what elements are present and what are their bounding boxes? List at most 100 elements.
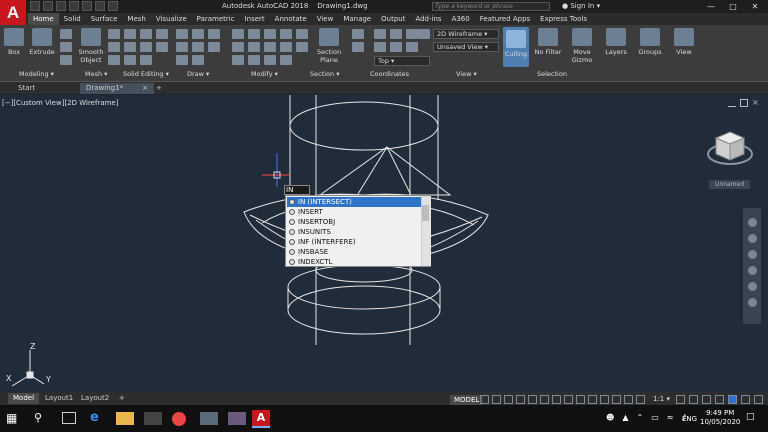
view-button[interactable]: View <box>670 28 698 56</box>
ucs-x-icon[interactable] <box>406 29 418 39</box>
workspace-icon[interactable] <box>676 395 685 404</box>
array-icon[interactable] <box>264 55 276 65</box>
scale-icon[interactable] <box>248 55 260 65</box>
maximize-icon[interactable]: □ <box>722 0 744 13</box>
annotation-scale[interactable]: 1:1 ▾ <box>653 395 670 403</box>
nav-extra-icon[interactable] <box>748 298 757 307</box>
section-plane-button[interactable]: Section Plane <box>313 28 345 64</box>
network-icon[interactable]: ▲ <box>622 413 628 422</box>
arc-icon[interactable] <box>192 42 204 52</box>
polyline-icon[interactable] <box>176 42 188 52</box>
line-icon[interactable] <box>176 29 188 39</box>
section-tool-2-icon[interactable] <box>352 42 364 52</box>
open-icon[interactable] <box>43 1 53 11</box>
panel-section[interactable]: Section ▾ <box>310 70 339 78</box>
ucs-z-icon[interactable] <box>390 42 402 52</box>
ucs-origin-icon[interactable] <box>374 42 386 52</box>
store-icon[interactable] <box>144 412 162 425</box>
autocomplete-item[interactable]: INF (INTERFERE) <box>287 237 421 247</box>
orbit-icon[interactable] <box>748 266 757 275</box>
quick-properties-icon[interactable] <box>715 395 724 404</box>
object-snap-icon[interactable] <box>552 395 561 404</box>
hatch-icon[interactable] <box>208 42 220 52</box>
autocomplete-item[interactable]: INDEXCTL <box>287 257 421 267</box>
model-space-toggle[interactable]: MODEL <box>450 395 484 405</box>
isodraft-icon[interactable] <box>528 395 537 404</box>
circle-icon[interactable] <box>192 29 204 39</box>
panel-draw[interactable]: Draw ▾ <box>187 70 209 78</box>
stretch-icon[interactable] <box>232 55 244 65</box>
transparency-icon[interactable] <box>624 395 633 404</box>
gizmo-icon[interactable] <box>600 395 609 404</box>
panel-modify[interactable]: Modify ▾ <box>251 70 278 78</box>
union-icon[interactable] <box>60 29 72 39</box>
solid-edit-6-icon[interactable] <box>140 55 152 65</box>
ucs-menu-dropdown[interactable]: Unnamed <box>709 180 751 189</box>
chrome-icon[interactable] <box>172 412 186 426</box>
move-gizmo-button[interactable]: Move Gizmo <box>566 28 598 64</box>
tab-view[interactable]: View <box>312 13 339 25</box>
panel-coordinates[interactable]: Coordinates <box>370 70 409 78</box>
solid-edit-5-icon[interactable] <box>140 42 152 52</box>
layers-button[interactable]: Layers <box>602 28 630 56</box>
close-icon[interactable]: ✕ <box>744 0 766 13</box>
ucs-icon[interactable] <box>374 29 386 39</box>
windows-start-icon[interactable]: ▦ <box>6 410 24 426</box>
system-clock[interactable]: 9:49 PM 10/05/2020 <box>700 409 740 427</box>
tray-expand-icon[interactable]: ⌃ <box>637 413 644 422</box>
saved-view-dropdown[interactable]: Unsaved View ▾ <box>433 42 499 52</box>
modify-more-2-icon[interactable] <box>296 42 308 52</box>
solid-edit-8-icon[interactable] <box>156 42 168 52</box>
doc-tab-start[interactable]: Start <box>12 83 41 94</box>
autocad-logo-button[interactable]: A <box>0 0 26 25</box>
box-button[interactable]: Box <box>0 28 28 56</box>
autocomplete-item[interactable]: INSBASE <box>287 247 421 257</box>
solid-edit-7-icon[interactable] <box>156 29 168 39</box>
edge-browser-icon[interactable]: e <box>90 410 108 426</box>
autocomplete-scroll-thumb[interactable] <box>422 205 429 221</box>
solid-edit-4-icon[interactable] <box>140 29 152 39</box>
rotate-icon[interactable] <box>248 29 260 39</box>
new-tab-button[interactable]: + <box>150 83 168 94</box>
grid-icon[interactable] <box>480 395 489 404</box>
ucs-y-icon[interactable] <box>418 29 430 39</box>
snap-icon[interactable] <box>492 395 501 404</box>
layout-tab-layout2[interactable]: Layout2 <box>76 393 114 404</box>
language-indicator[interactable]: ENG <box>682 415 697 423</box>
ellipse-icon[interactable] <box>192 55 204 65</box>
minimize-icon[interactable]: — <box>700 0 722 13</box>
customization-icon[interactable] <box>754 395 763 404</box>
mesh-tool-1-icon[interactable] <box>108 29 120 39</box>
modify-more-icon[interactable] <box>296 29 308 39</box>
dynamic-command-input[interactable]: IN <box>284 185 310 195</box>
rectangle-icon[interactable] <box>176 55 188 65</box>
trim-icon[interactable] <box>264 29 276 39</box>
close-icon[interactable]: × <box>142 83 148 94</box>
lineweight-icon[interactable] <box>612 395 621 404</box>
units-icon[interactable] <box>702 395 711 404</box>
no-filter-button[interactable]: No Filter <box>532 28 564 56</box>
doc-tab-drawing1[interactable]: Drawing1* × <box>80 83 154 94</box>
solid-edit-2-icon[interactable] <box>124 42 136 52</box>
tab-output[interactable]: Output <box>376 13 410 25</box>
redo-icon[interactable] <box>108 1 118 11</box>
copy-icon[interactable] <box>232 42 244 52</box>
autocomplete-item[interactable]: INSUNITS <box>287 227 421 237</box>
erase-icon[interactable] <box>280 29 292 39</box>
new-icon[interactable] <box>30 1 40 11</box>
subtract-icon[interactable] <box>60 42 72 52</box>
taskbar-app-2-icon[interactable] <box>228 412 246 425</box>
file-explorer-icon[interactable] <box>116 412 134 425</box>
tab-mesh[interactable]: Mesh <box>122 13 150 25</box>
view-direction-dropdown[interactable]: Top ▾ <box>374 56 430 66</box>
pan-icon[interactable] <box>748 234 757 243</box>
tab-surface[interactable]: Surface <box>86 13 123 25</box>
tab-solid[interactable]: Solid <box>59 13 86 25</box>
add-layout-button[interactable]: + <box>114 393 130 404</box>
panel-mesh[interactable]: Mesh ▾ <box>85 70 107 78</box>
autocad-taskbar-icon[interactable]: A <box>252 410 270 428</box>
undo-icon[interactable] <box>95 1 105 11</box>
isolate-icon[interactable] <box>728 395 737 404</box>
groups-button[interactable]: Groups <box>636 28 664 56</box>
tab-manage[interactable]: Manage <box>338 13 376 25</box>
